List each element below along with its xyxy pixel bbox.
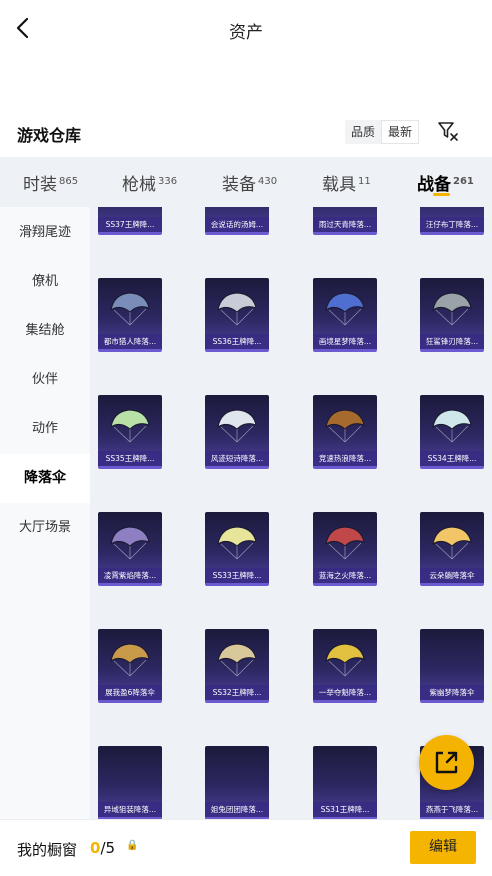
parachute-icon [432,292,472,326]
parachute-icon [110,643,150,677]
parachute-icon [217,526,257,560]
parachute-item-label: 都市猎人降落... [98,334,162,349]
parachute-item[interactable]: 蓝海之火降落... [313,512,377,586]
parachute-icon [325,643,365,677]
parachute-item[interactable]: 雨过天青降落... [313,207,377,235]
parachute-item-label: 蓝海之火降落... [313,568,377,583]
sidebar-item-emote[interactable]: 动作 [0,404,90,453]
parachute-item[interactable]: SS31王牌降... [313,746,377,819]
page-title: 资产 [229,23,263,43]
showcase-label: 我的橱窗 [17,841,78,859]
parachute-item-label: SS37王牌降... [98,217,162,232]
sidebar-item-pod[interactable]: 集结舱 [0,306,90,355]
sidebar-item-companion[interactable]: 伙伴 [0,355,90,404]
parachute-item-label: SS32王牌降... [205,685,269,700]
tab-battle-prep[interactable]: 战备 261 [417,170,474,195]
parachute-item-label: SS36王牌降... [205,334,269,349]
sidebar-item-lobby-scene[interactable]: 大厅场景 [0,503,90,552]
parachute-icon [217,292,257,326]
parachute-item[interactable]: 画境星梦降落... [313,278,377,352]
parachute-item-label: 姐兔团团降落... [205,802,269,817]
parachute-icon [110,292,150,326]
tab-vehicles[interactable]: 载具 11 [322,170,371,195]
parachute-item[interactable]: 云朵躺降落伞 [420,512,484,586]
parachute-item[interactable]: 都市猎人降落... [98,278,162,352]
parachute-item-label: 异域狙装降落... [98,802,162,817]
parachute-item-label: 雨过天青降落... [313,217,377,232]
tab-fashion[interactable]: 时装 865 [23,170,78,195]
parachute-item-label: 一举夺魁降落... [313,685,377,700]
parachute-item[interactable]: SS33王牌降... [205,512,269,586]
sidebar-item-glide-trail[interactable]: 滑翔尾迹 [0,208,90,257]
top-bar: 资产 [0,0,492,58]
parachute-item-label: 汪仔布丁降落... [420,217,484,232]
parachute-item-label: 云朵躺降落伞 [420,568,484,583]
sort-option-quality[interactable]: 品质 [345,120,381,144]
parachute-item[interactable]: 紫幽梦降落伞 [420,629,484,703]
filter-icon[interactable] [437,120,459,142]
parachute-item[interactable]: 凌霄紫焰降落... [98,512,162,586]
parachute-icon [432,409,472,443]
parachute-item[interactable]: 姐兔团团降落... [205,746,269,819]
parachute-item[interactable]: SS36王牌降... [205,278,269,352]
parachute-item-label: 紫幽梦降落伞 [420,685,484,700]
parachute-item-label: 风迹短诗降落... [205,451,269,466]
parachute-item[interactable]: 一举夺魁降落... [313,629,377,703]
parachute-icon [110,409,150,443]
parachute-item-label: SS34王牌降... [420,451,484,466]
tab-guns[interactable]: 枪械 336 [122,170,177,195]
external-link-icon [435,751,458,774]
parachute-item-label: 会说话的汤姆... [205,217,269,232]
item-grid: SS37王牌降... 会说话的汤姆... 雨过天青降落... 汪仔布丁降落... 都市猎… [90,207,492,819]
parachute-item-label: 竞速热浪降落... [313,451,377,466]
parachute-item[interactable]: SS37王牌降... [98,207,162,235]
parachute-item[interactable]: 会说话的汤姆... [205,207,269,235]
showcase-count: 0/5 [90,839,116,857]
parachute-item[interactable]: 异域狙装降落... [98,746,162,819]
parachute-icon [432,526,472,560]
parachute-icon [325,292,365,326]
parachute-item[interactable]: 展我盈6降落伞 [98,629,162,703]
parachute-icon [325,409,365,443]
parachute-icon [217,409,257,443]
parachute-item-label: SS31王牌降... [313,802,377,817]
parachute-item-label: 燕燕于飞降落... [420,802,484,817]
category-tabs: 时装 865 枪械 336 装备 430 载具 11 战备 261 [0,157,492,207]
sort-option-latest[interactable]: 最新 [381,120,420,144]
sidebar-item-wingman[interactable]: 僚机 [0,257,90,306]
share-button[interactable] [419,735,474,790]
sort-toggle: 品质 最新 [345,120,420,144]
parachute-item-label: SS33王牌降... [205,568,269,583]
parachute-item[interactable]: 竞速热浪降落... [313,395,377,469]
parachute-item[interactable]: SS34王牌降... [420,395,484,469]
lock-icon: 🔒 [126,840,139,851]
edit-button[interactable]: 编辑 [410,831,476,864]
parachute-item[interactable]: 狂鲨锋刃降落... [420,278,484,352]
sidebar-item-parachute[interactable]: 降落伞 [0,454,90,503]
sidebar: 滑翔尾迹 僚机 集结舱 伙伴 动作 降落伞 大厅场景 [0,207,90,819]
tab-equipment[interactable]: 装备 430 [222,170,277,195]
parachute-icon [110,526,150,560]
parachute-item[interactable]: SS32王牌降... [205,629,269,703]
parachute-icon [325,526,365,560]
parachute-item-label: SS35王牌降... [98,451,162,466]
parachute-item-label: 凌霄紫焰降落... [98,568,162,583]
section-title: 游戏仓库 [17,126,82,145]
showcase-bar: 我的橱窗 0/5 🔒 编辑 [0,819,492,876]
parachute-item[interactable]: 风迹短诗降落... [205,395,269,469]
active-tab-indicator [433,193,450,196]
parachute-item-label: 展我盈6降落伞 [98,685,162,700]
parachute-item[interactable]: SS35王牌降... [98,395,162,469]
parachute-item-label: 画境星梦降落... [313,334,377,349]
parachute-item-label: 狂鲨锋刃降落... [420,334,484,349]
parachute-item[interactable]: 汪仔布丁降落... [420,207,484,235]
parachute-icon [217,643,257,677]
